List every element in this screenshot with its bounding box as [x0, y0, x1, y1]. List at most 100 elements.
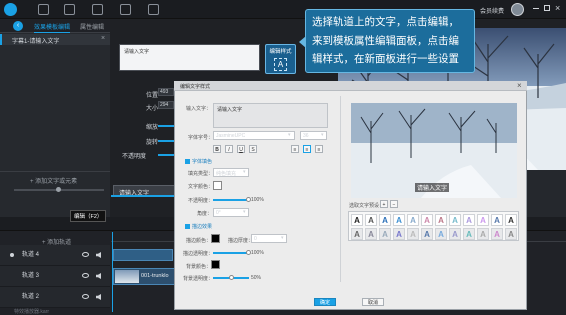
track-row[interactable]: 轨道 4 [0, 245, 110, 266]
divider [0, 171, 110, 172]
subtitle-list-item[interactable]: 字幕1-请输入文字 × [0, 34, 110, 45]
fill-type-select[interactable]: 纯色填充 ▾ [213, 168, 249, 177]
edit-style-button[interactable]: 编辑样式 A [265, 44, 296, 74]
preset-style-tile[interactable]: A [505, 214, 517, 226]
callout-line-2: 来到模板属性编辑面板，点击编 [312, 34, 459, 47]
preset-style-tile[interactable]: A [421, 228, 433, 240]
preset-style-tile[interactable]: A [393, 214, 405, 226]
speaker-icon[interactable] [96, 294, 101, 300]
font-fill-checkbox[interactable] [185, 159, 190, 164]
preset-style-tile[interactable]: A [449, 214, 461, 226]
preset-style-tile[interactable]: A [477, 214, 489, 226]
close-icon[interactable]: × [517, 81, 522, 90]
preset-style-tile[interactable]: A [435, 214, 447, 226]
chevron-down-icon: ▾ [243, 169, 246, 175]
font-family-select[interactable]: JasmineUPC ▾ [213, 131, 295, 140]
input-text-label: 输入文字： [186, 106, 212, 112]
text-input-field[interactable]: 请输入文字 [213, 103, 328, 128]
speaker-icon[interactable] [96, 252, 101, 258]
preset-style-tile[interactable]: A [449, 228, 461, 240]
preset-style-tile[interactable]: A [491, 228, 503, 240]
member-renew-link[interactable]: 会员续费 [480, 6, 504, 15]
position-input[interactable]: 493 [158, 88, 174, 96]
export-icon[interactable] [120, 4, 131, 15]
preset-style-tile[interactable]: A [407, 228, 419, 240]
track-row[interactable]: 轨道 2 [0, 287, 110, 308]
align-left-button[interactable]: ≡ [291, 145, 299, 153]
preset-style-tile[interactable]: A [379, 228, 391, 240]
stroke-opacity-value: 100% [251, 250, 264, 256]
playhead[interactable] [112, 232, 113, 312]
stroke-width-value: 0 [254, 236, 257, 242]
opacity-label: 不透明度： [188, 198, 214, 204]
opacity-slider[interactable] [158, 154, 174, 156]
preset-style-tile[interactable]: A [365, 228, 377, 240]
minimize-icon[interactable] [533, 8, 539, 9]
close-icon[interactable]: × [555, 3, 560, 13]
preset-style-tile[interactable]: A [463, 214, 475, 226]
preset-style-tile[interactable]: A [365, 214, 377, 226]
stroke-width-select[interactable]: 0 ▾ [251, 234, 287, 243]
preset-style-tile[interactable]: A [379, 214, 391, 226]
preset-style-tile[interactable]: A [491, 214, 503, 226]
cancel-button[interactable]: 取消 [362, 298, 384, 306]
video-clip[interactable]: 001-trunklo [113, 268, 175, 285]
italic-button[interactable]: I [225, 145, 233, 153]
track-4-clip[interactable] [113, 249, 173, 261]
back-button[interactable]: ‹ [13, 21, 23, 31]
underline-button[interactable]: U [237, 145, 245, 153]
align-center-button[interactable]: ≡ [303, 145, 311, 153]
maximize-icon[interactable] [544, 5, 550, 11]
text-color-swatch[interactable] [213, 181, 222, 190]
eye-icon[interactable] [82, 294, 89, 299]
speaker-icon[interactable] [96, 273, 101, 279]
tab-property-edit[interactable]: 属性编辑 [80, 22, 104, 31]
preset-style-tile[interactable]: A [435, 228, 447, 240]
bg-opacity-label: 背景透明度： [183, 276, 214, 282]
add-preset-button[interactable]: + [380, 200, 388, 208]
preset-style-tile[interactable]: A [463, 228, 475, 240]
track-row[interactable]: 轨道 3 [0, 266, 110, 287]
preview-caption: 请输入文字 [415, 183, 450, 192]
stroke-width-label: 描边厚度： [228, 238, 254, 244]
eye-icon[interactable] [82, 273, 89, 278]
preset-style-tile[interactable]: A [351, 214, 363, 226]
stroke-color-swatch[interactable] [211, 234, 220, 243]
slider-thumb[interactable] [56, 187, 61, 192]
angle-select[interactable]: 0° ▾ [213, 208, 249, 217]
eye-icon[interactable] [82, 252, 89, 257]
rotate-slider[interactable] [158, 140, 174, 142]
share-icon[interactable] [148, 4, 159, 15]
size-input[interactable]: 294 [158, 101, 174, 109]
tab-template-edit[interactable]: 效果模板编辑 [34, 22, 71, 33]
ok-button[interactable]: 确定 [314, 298, 336, 306]
add-element-button[interactable]: + 添加文字或元素 [30, 176, 77, 185]
stroke-color-label: 描边颜色： [186, 238, 212, 244]
new-file-icon[interactable] [38, 4, 49, 15]
avatar[interactable] [511, 3, 524, 16]
preset-style-tile[interactable]: A [505, 228, 517, 240]
scale-slider[interactable] [158, 125, 174, 127]
preset-style-tile[interactable]: A [421, 214, 433, 226]
preset-style-tile[interactable]: A [393, 228, 405, 240]
opacity-slider[interactable] [213, 199, 249, 201]
text-input-box[interactable]: 请输入文字 [119, 44, 260, 71]
border-effect-checkbox[interactable] [185, 224, 190, 229]
save-icon[interactable] [92, 4, 103, 15]
align-right-button[interactable]: ≡ [315, 145, 323, 153]
preset-style-tile[interactable]: A [407, 214, 419, 226]
preset-style-tile[interactable]: A [477, 228, 489, 240]
bg-opacity-thumb[interactable] [229, 275, 234, 280]
bold-button[interactable]: B [213, 145, 221, 153]
position-label: 位置 [146, 93, 159, 99]
stroke-opacity-slider[interactable] [213, 252, 249, 254]
left-slider-track[interactable] [14, 187, 104, 192]
bg-opacity-value: 50% [251, 275, 262, 281]
preset-style-tile[interactable]: A [351, 228, 363, 240]
strikethrough-button[interactable]: S [249, 145, 257, 153]
open-folder-icon[interactable] [64, 4, 75, 15]
remove-preset-button[interactable]: − [390, 200, 398, 208]
close-icon[interactable]: × [101, 35, 105, 42]
bg-color-swatch[interactable] [211, 260, 220, 269]
font-size-select[interactable]: 36 ▾ [300, 131, 327, 140]
